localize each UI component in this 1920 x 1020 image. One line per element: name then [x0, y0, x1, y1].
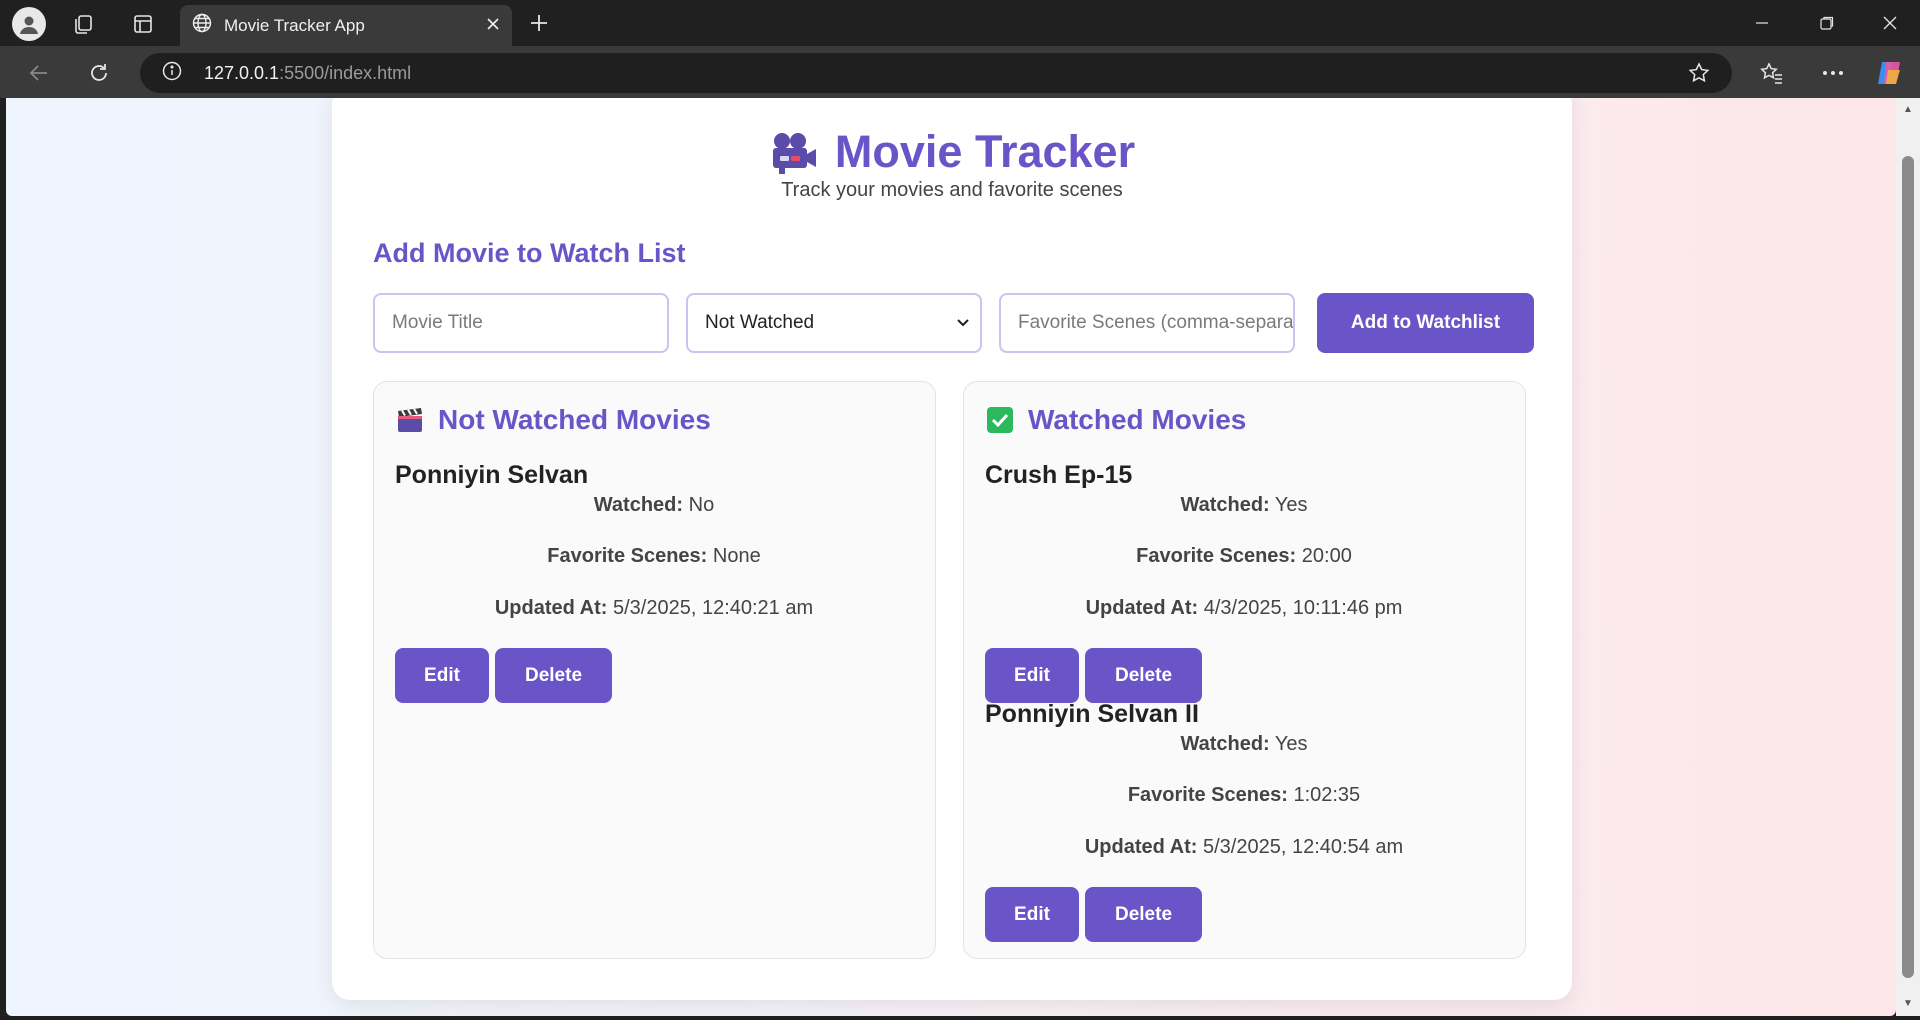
tab-title: Movie Tracker App [224, 15, 365, 35]
check-box-icon [986, 406, 1014, 434]
movie-actions: Edit Delete [395, 648, 913, 703]
movie-camera-icon [772, 133, 816, 174]
favorites-icon[interactable] [1755, 56, 1789, 90]
page-title: Movie Tracker [769, 126, 1135, 178]
tab-movie-tracker[interactable]: Movie Tracker App [180, 5, 512, 46]
list-item: Ponniyin Selvan II Watched: Yes Favorite… [985, 700, 1503, 942]
list-item: Crush Ep-15 Watched: Yes Favorite Scenes… [985, 461, 1503, 703]
app-subtitle: Track your movies and favorite scenes [781, 179, 1123, 201]
status-select[interactable]: Not Watched [686, 293, 982, 353]
watched-status: Watched: Yes [1180, 494, 1308, 516]
url-field[interactable]: 127.0.0.1:5500/index.html [140, 53, 1732, 93]
movie-actions: Edit Delete [985, 887, 1503, 942]
watched-heading: Watched Movies [986, 404, 1246, 436]
watched-status: Watched: No [593, 494, 715, 516]
new-tab-icon[interactable] [524, 10, 554, 36]
add-movie-heading: Add Movie to Watch List [373, 238, 686, 268]
favorite-scenes: Favorite Scenes: 20:00 [1136, 545, 1352, 567]
copilot-icon[interactable] [1872, 56, 1906, 90]
app-title-text: Movie Tracker [834, 126, 1136, 177]
page-viewport: Movie Tracker Track your movies and favo… [6, 98, 1896, 1016]
movie-title-input[interactable] [392, 312, 667, 334]
workspaces-icon[interactable] [68, 9, 98, 39]
refresh-icon[interactable] [82, 56, 116, 90]
url-path: :5500/index.html [279, 62, 412, 83]
favorite-scenes: Favorite Scenes: 1:02:35 [1127, 784, 1361, 806]
profile-avatar-icon[interactable] [12, 7, 46, 41]
list-item: Ponniyin Selvan Watched: No Favorite Sce… [395, 461, 913, 703]
url-host: 127.0.0.1 [204, 62, 280, 83]
movie-title-field[interactable] [373, 293, 669, 353]
minimize-icon[interactable] [1732, 0, 1792, 46]
status-select-value: Not Watched [705, 312, 815, 333]
app-header: Movie Tracker Track your movies and favo… [332, 126, 1572, 202]
page-scrollbar[interactable]: ▲ ▼ [1896, 98, 1920, 1016]
globe-icon [192, 13, 212, 38]
favorite-star-icon[interactable] [1688, 62, 1710, 89]
site-info-icon[interactable] [162, 61, 182, 86]
updated-at: Updated At: 4/3/2025, 10:11:46 pm [1085, 597, 1403, 619]
movie-actions: Edit Delete [985, 648, 1503, 703]
back-arrow-icon[interactable] [22, 56, 56, 90]
favorite-scenes-field[interactable] [999, 293, 1295, 353]
watched-status: Watched: Yes [1180, 733, 1308, 755]
watched-panel: Watched Movies Crush Ep-15 Watched: Yes … [963, 381, 1526, 959]
close-tab-icon[interactable] [486, 16, 500, 36]
close-window-icon[interactable] [1860, 0, 1920, 46]
more-menu-icon[interactable] [1816, 56, 1850, 90]
restore-icon[interactable] [1797, 0, 1857, 46]
delete-button[interactable]: Delete [495, 648, 612, 703]
delete-button[interactable]: Delete [1085, 887, 1202, 942]
movie-name: Crush Ep-15 [985, 461, 1133, 489]
clapper-board-icon [396, 406, 424, 434]
not-watched-heading: Not Watched Movies [396, 404, 711, 436]
updated-at: Updated At: 5/3/2025, 12:40:54 am [1084, 836, 1404, 858]
not-watched-title: Not Watched Movies [438, 404, 711, 435]
favorite-scenes: Favorite Scenes: None [547, 545, 761, 567]
browser-address-bar: 127.0.0.1:5500/index.html [0, 46, 1920, 98]
edit-button[interactable]: Edit [395, 648, 489, 703]
favorite-scenes-input[interactable] [1018, 312, 1293, 334]
movie-name: Ponniyin Selvan [395, 461, 589, 489]
updated-at: Updated At: 5/3/2025, 12:40:21 am [494, 597, 814, 619]
tab-actions-icon[interactable] [128, 9, 158, 39]
movie-name: Ponniyin Selvan II [985, 700, 1199, 728]
scroll-up-icon[interactable]: ▲ [1902, 104, 1914, 116]
scroll-thumb[interactable] [1902, 156, 1914, 978]
add-to-watchlist-button[interactable]: Add to Watchlist [1317, 293, 1534, 353]
app-container: Movie Tracker Track your movies and favo… [332, 98, 1572, 1000]
not-watched-panel: Not Watched Movies Ponniyin Selvan Watch… [373, 381, 936, 959]
browser-tab-bar: Movie Tracker App [0, 0, 1920, 46]
chevron-down-icon [956, 312, 970, 334]
delete-button[interactable]: Delete [1085, 648, 1202, 703]
edit-button[interactable]: Edit [985, 887, 1079, 942]
watched-title: Watched Movies [1028, 404, 1247, 435]
scroll-down-icon[interactable]: ▼ [1902, 998, 1914, 1010]
edit-button[interactable]: Edit [985, 648, 1079, 703]
